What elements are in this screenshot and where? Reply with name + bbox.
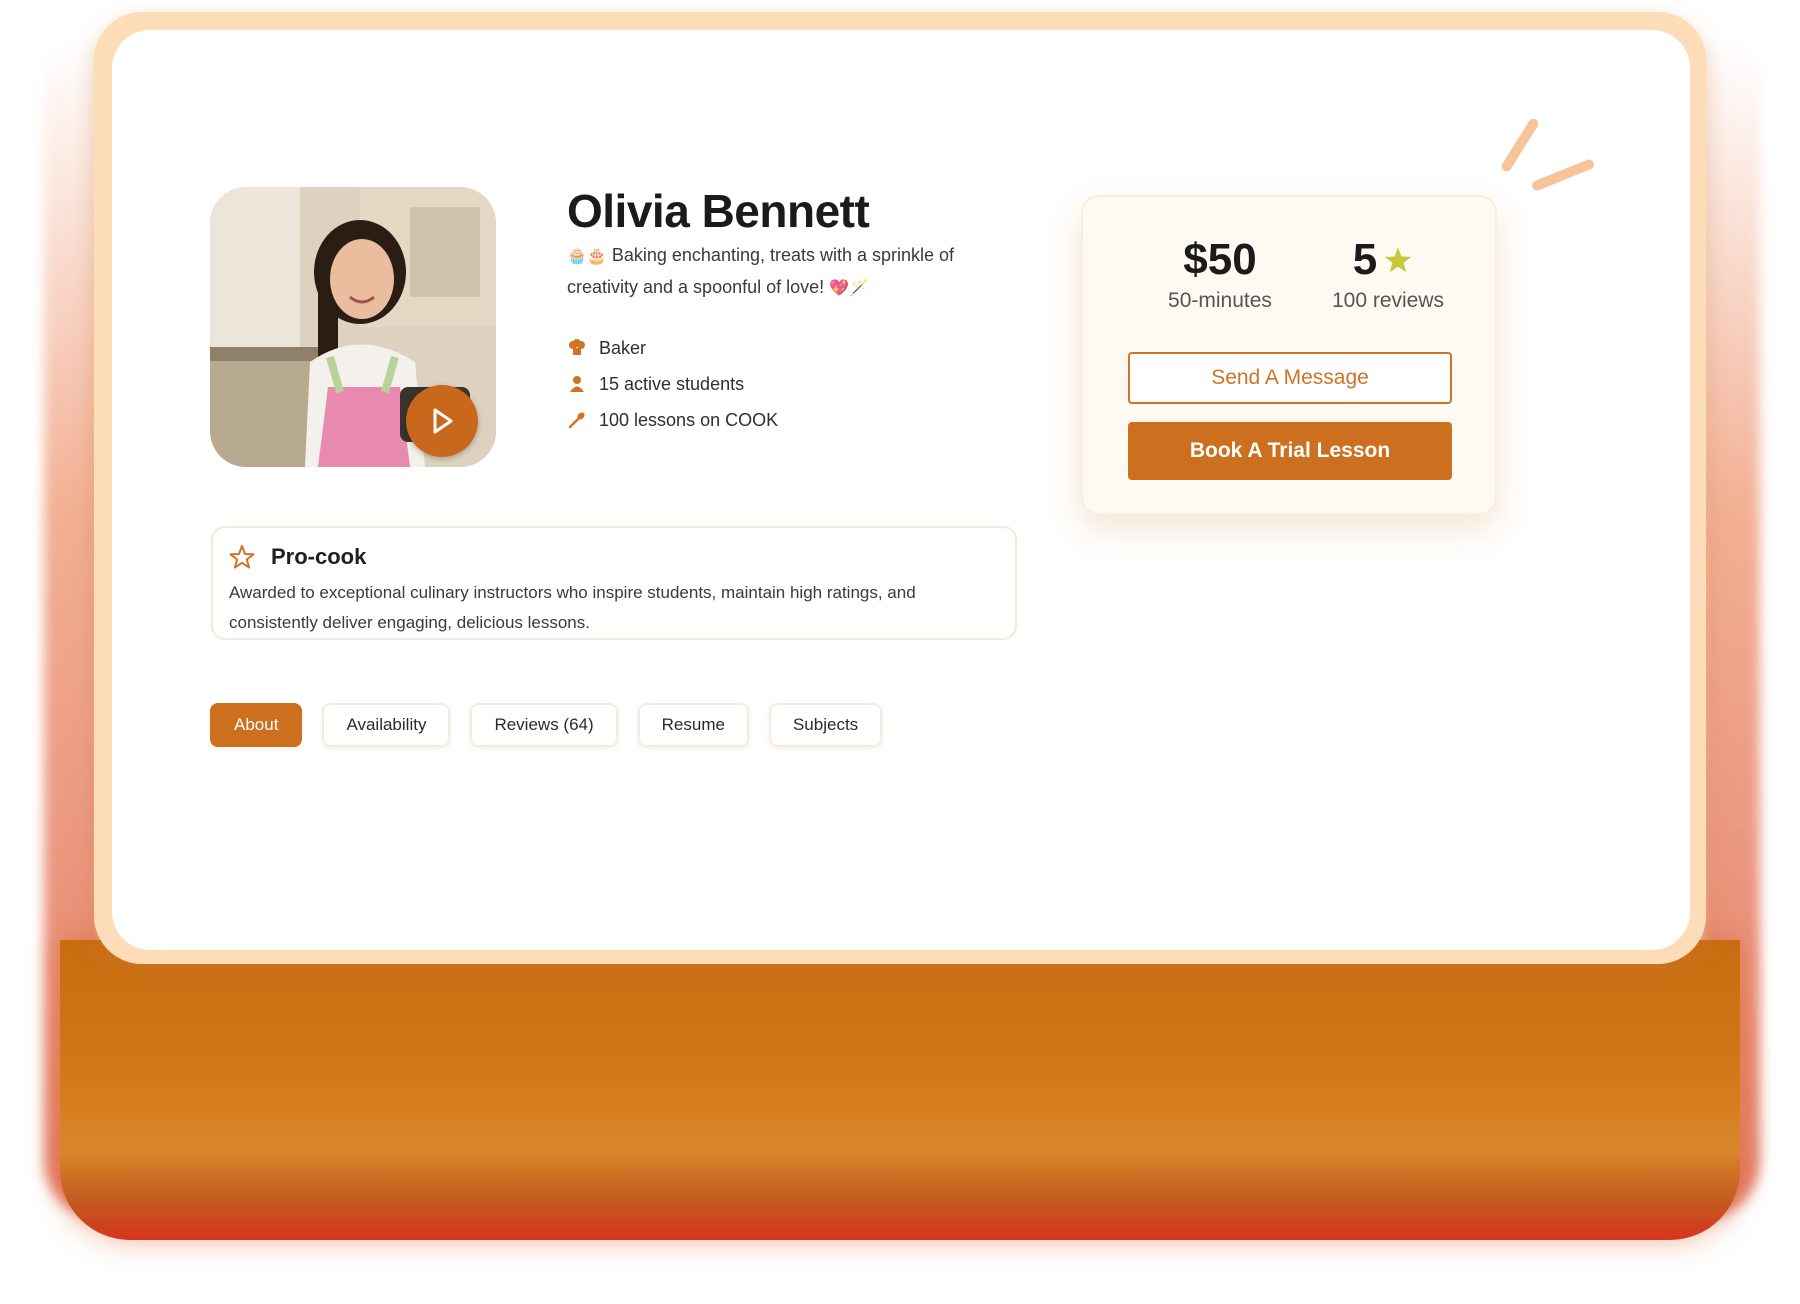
chef-hat-icon <box>567 338 587 358</box>
tab-reviews[interactable]: Reviews (64) <box>470 703 618 747</box>
book-trial-button[interactable]: Book A Trial Lesson <box>1128 422 1452 480</box>
whisk-icon <box>567 410 587 430</box>
fact-role: Baker <box>567 330 778 366</box>
fact-lessons: 100 lessons on COOK <box>567 402 778 438</box>
tab-about[interactable]: About <box>210 703 303 747</box>
bio-emoji-suffix: 💖🪄 <box>829 280 870 297</box>
lesson-price: $50 <box>1183 235 1257 284</box>
tab-resume[interactable]: Resume <box>637 703 749 747</box>
instructor-facts: Baker 15 active students 100 lessons on … <box>567 330 778 438</box>
review-count: 100 reviews <box>1331 289 1445 312</box>
bio-text: Baking enchanting, treats with a sprinkl… <box>567 245 955 297</box>
star-outline-icon <box>229 545 255 569</box>
rating-value: 5 <box>1319 235 1445 285</box>
send-message-button[interactable]: Send A Message <box>1128 352 1452 404</box>
user-icon <box>567 374 587 394</box>
fact-label: Baker <box>599 337 647 358</box>
star-icon <box>1384 247 1412 273</box>
pro-cook-badge: Pro-cook Awarded to exceptional culinary… <box>211 526 1017 640</box>
play-video-button[interactable] <box>406 385 478 457</box>
card-shadow <box>60 940 1740 1240</box>
fact-label: 15 active students <box>599 373 745 394</box>
profile-tabs: About Availability Reviews (64) Resume S… <box>210 703 902 747</box>
fact-students: 15 active students <box>567 366 778 402</box>
fact-label: 100 lessons on COOK <box>599 409 779 430</box>
pricing-card: $50 50-minutes 5 100 reviews Send A Mess… <box>1081 195 1497 515</box>
badge-description: Awarded to exceptional culinary instruct… <box>229 583 916 632</box>
rating-number: 5 <box>1352 235 1378 284</box>
tab-subjects[interactable]: Subjects <box>768 703 883 747</box>
instructor-name: Olivia Bennett <box>567 185 870 237</box>
lesson-duration: 50-minutes <box>1168 289 1272 312</box>
instructor-bio: 🧁🎂 Baking enchanting, treats with a spri… <box>567 240 997 304</box>
tab-availability[interactable]: Availability <box>322 703 451 747</box>
badge-title: Pro-cook <box>271 544 367 569</box>
play-icon <box>433 408 453 434</box>
bio-emoji-prefix: 🧁🎂 <box>567 248 607 265</box>
